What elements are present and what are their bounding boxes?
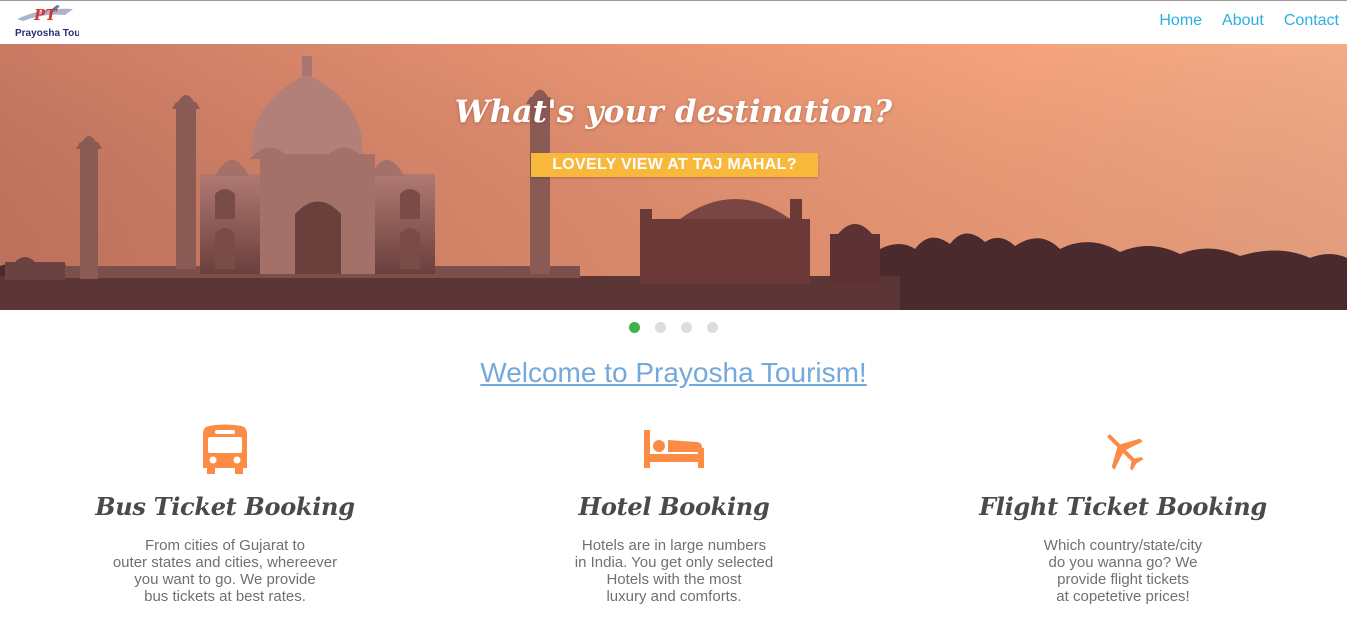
carousel-dot-3[interactable]: [681, 322, 692, 333]
description-line: luxury and comforts.: [606, 588, 742, 605]
navbar: PT Prayosha Tourism Home About Contact: [0, 1, 1347, 44]
description-line: From cities of Gujarat to: [144, 537, 306, 554]
bed-icon: [484, 420, 864, 480]
carousel-dot-2[interactable]: [655, 322, 666, 333]
welcome-section: Welcome to Prayosha Tourism!: [0, 357, 1347, 389]
description-line: do you wanna go? We: [1048, 554, 1198, 571]
main-nav: Home About Contact: [1159, 12, 1339, 30]
carousel-indicators: [629, 322, 718, 333]
logo-mark: PT: [33, 6, 58, 24]
hero-carousel[interactable]: What's your destination? LOVELY VIEW AT …: [0, 44, 1347, 310]
feature-title: Hotel Booking: [578, 492, 770, 521]
nav-contact-link[interactable]: Contact: [1284, 12, 1339, 30]
description-line: in India. You get only selected: [574, 554, 774, 571]
nav-home-link[interactable]: Home: [1159, 12, 1202, 30]
carousel-dot-4[interactable]: [707, 322, 718, 333]
feature-bus-booking: Bus Ticket Booking From cities of Gujara…: [35, 420, 415, 605]
hero-cta-button[interactable]: LOVELY VIEW AT TAJ MAHAL?: [531, 153, 818, 177]
description-line: outer states and cities, whereever: [112, 554, 338, 571]
feature-title: Bus Ticket Booking: [95, 492, 355, 521]
feature-title: Flight Ticket Booking: [979, 492, 1267, 521]
feature-description: Hotels are in large numbers in India. Yo…: [484, 537, 864, 605]
nav-about-link[interactable]: About: [1222, 12, 1264, 30]
taj-mahal-image: [0, 44, 1347, 310]
feature-flight-booking: Flight Ticket Booking Which country/stat…: [933, 420, 1313, 605]
description-line: bus tickets at best rates.: [144, 588, 306, 605]
welcome-link[interactable]: Welcome to Prayosha Tourism!: [480, 357, 866, 388]
feature-description: From cities of Gujarat to outer states a…: [35, 537, 415, 605]
description-line: you want to go. We provide: [134, 571, 316, 588]
description-line: Hotels with the most: [606, 571, 742, 588]
carousel-dot-1[interactable]: [629, 322, 640, 333]
airplane-icon: [933, 420, 1313, 480]
hero-title: What's your destination?: [454, 94, 893, 130]
description-line: at copetetive prices!: [1056, 588, 1190, 605]
logo-text: Prayosha Tourism: [15, 28, 79, 39]
description-line: provide flight tickets: [1057, 571, 1189, 588]
bus-icon: [35, 420, 415, 480]
description-line: Hotels are in large numbers: [581, 537, 767, 554]
feature-description: Which country/state/city do you wanna go…: [933, 537, 1313, 605]
brand-logo[interactable]: PT Prayosha Tourism: [13, 3, 102, 43]
description-line: Which country/state/city: [1043, 537, 1203, 554]
feature-hotel-booking: Hotel Booking Hotels are in large number…: [484, 420, 864, 605]
